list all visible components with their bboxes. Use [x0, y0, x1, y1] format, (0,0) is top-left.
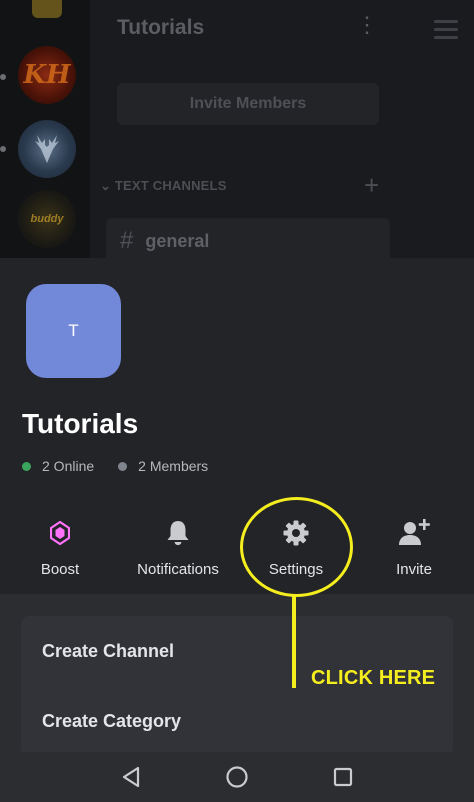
unread-indicator — [0, 146, 6, 152]
callout-text: CLICK HERE — [311, 667, 436, 689]
server-avatar-kh[interactable]: KH — [18, 46, 76, 104]
recents-icon[interactable] — [330, 764, 356, 790]
channel-header-title[interactable]: Tutorials — [117, 16, 204, 40]
highlight-circle — [240, 497, 353, 597]
kebab-menu-icon[interactable]: ⋮ — [356, 14, 378, 36]
channel-name: general — [145, 230, 210, 251]
server-rail: KH buddy — [0, 0, 90, 260]
system-navigation-bar — [0, 752, 474, 802]
member-list-icon[interactable] — [434, 20, 458, 44]
hash-icon: # — [120, 227, 134, 254]
members-count: 2 Members — [138, 458, 209, 474]
boost-button[interactable]: Boost — [0, 518, 120, 578]
section-label: TEXT CHANNELS — [114, 178, 227, 193]
server-stats: 2 Online 2 Members — [22, 458, 208, 474]
add-channel-icon[interactable]: + — [364, 170, 379, 201]
notifications-label: Notifications — [137, 561, 219, 578]
callout-pointer-line — [292, 596, 296, 688]
boost-label: Boost — [40, 561, 80, 578]
deer-icon — [35, 135, 59, 163]
add-user-icon — [398, 518, 430, 548]
server-name: Tutorials — [22, 408, 139, 439]
back-icon[interactable] — [118, 764, 144, 790]
invite-label: Invite — [396, 561, 432, 578]
rail-top-server[interactable] — [32, 0, 62, 18]
invite-members-button[interactable]: Invite Members — [117, 83, 379, 125]
text-channels-section[interactable]: ⌄ TEXT CHANNELS — [100, 178, 227, 194]
create-category-item[interactable]: Create Category — [42, 711, 181, 732]
channel-item-general[interactable]: # general — [106, 218, 390, 260]
unread-indicator — [0, 74, 6, 80]
bell-icon — [166, 518, 190, 548]
notifications-button[interactable]: Notifications — [118, 518, 238, 578]
background-channel-view: KH buddy Tutorials ⋮ Invite Members ⌄ TE… — [0, 0, 474, 260]
create-channel-item[interactable]: Create Channel — [42, 641, 174, 662]
server-icon: T — [26, 284, 121, 378]
online-count: 2 Online — [42, 458, 95, 474]
home-icon[interactable] — [224, 764, 250, 790]
action-row: Boost Notifications Settings Invite — [0, 498, 474, 594]
server-info-header: T Tutorials 2 Online 2 Members — [0, 258, 474, 498]
members-dot-icon — [118, 461, 128, 471]
invite-button[interactable]: Invite — [354, 518, 474, 578]
server-avatar-deer[interactable] — [18, 120, 76, 178]
online-dot-icon — [22, 461, 31, 471]
boost-gem-icon — [50, 518, 70, 548]
server-avatar-buddy[interactable]: buddy — [18, 190, 76, 248]
